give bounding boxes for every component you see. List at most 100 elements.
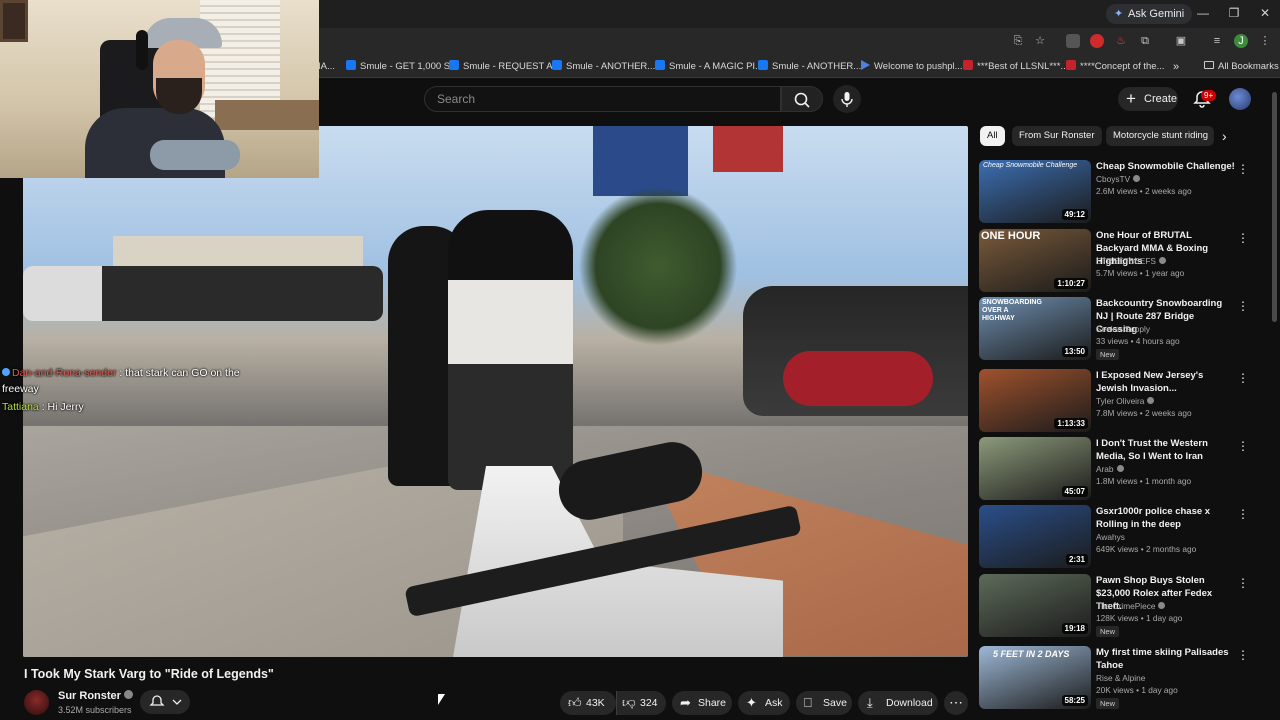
recommended-channel[interactable]: Tyler Oliveira — [1096, 396, 1155, 406]
create-button[interactable]: + Create — [1118, 87, 1178, 111]
extension-flame-icon[interactable]: ♨ — [1114, 34, 1128, 48]
bookmark-item[interactable]: Smule - ANOTHER... — [552, 59, 655, 75]
recommended-channel[interactable]: Arab — [1096, 464, 1124, 474]
extensions-puzzle-icon[interactable]: ⧉ — [1138, 34, 1152, 48]
video-thumbnail[interactable]: 2:31 — [979, 505, 1091, 568]
dislike-button[interactable]: 👍︎ 324 — [616, 691, 666, 715]
bookmark-star-icon[interactable]: ☆ — [1033, 34, 1047, 48]
video-frame-rider-mask — [448, 210, 573, 490]
recommended-video-title[interactable]: My first time skiing Palisades Tahoe — [1096, 646, 1236, 672]
recommended-video[interactable]: 13:50 SNOWBOARDING OVER A HIGHWAY Backcoun… — [979, 297, 1259, 361]
share-button[interactable]: ➦ Share — [672, 691, 732, 715]
recommended-video[interactable]: 45:07 I Don't Trust the Western Media, So… — [979, 437, 1259, 501]
chip-all[interactable]: All — [980, 126, 1005, 146]
sparkle-icon: ✦ — [746, 695, 757, 710]
recommended-video[interactable]: 2:31 Gsxr1000r police chase x Rolling in … — [979, 505, 1259, 569]
scrollbar[interactable] — [1272, 92, 1277, 322]
close-icon[interactable]: ✕ — [1257, 6, 1273, 20]
bookmark-item[interactable]: IA... — [318, 59, 335, 75]
recommended-channel-name: The CrimePiece — [1096, 601, 1156, 611]
streamer-webcam — [0, 0, 319, 178]
search-icon — [794, 92, 810, 108]
ask-button[interactable]: ✦ Ask — [738, 691, 790, 715]
video-thumbnail[interactable]: 58:25 5 FEET IN 2 DAYS — [979, 646, 1091, 709]
recommended-video-meta: 1.8M views • 1 month ago — [1096, 476, 1192, 486]
save-button[interactable]: ⎕ Save — [796, 691, 852, 715]
restore-icon[interactable]: ❐ — [1226, 6, 1242, 20]
bookmark-item[interactable]: Smule - REQUEST A... — [449, 59, 561, 75]
more-vertical-icon[interactable]: ⋮ — [1237, 507, 1249, 521]
recommended-video-title[interactable]: Cheap Snowmobile Challenge! — [1096, 160, 1236, 173]
bookmark-item[interactable]: Smule - A MAGIC PI... — [655, 59, 763, 75]
more-vertical-icon[interactable]: ⋮ — [1237, 231, 1249, 245]
recommended-video-title[interactable]: I Exposed New Jersey's Jewish Invasion..… — [1096, 369, 1236, 395]
extension-red-icon[interactable] — [1090, 34, 1104, 48]
video-thumbnail[interactable]: 19:18 — [979, 574, 1091, 637]
recommended-video[interactable]: 1:13:33 I Exposed New Jersey's Jewish Inv… — [979, 369, 1259, 433]
video-thumbnail[interactable]: 49:12 Cheap Snowmobile Challenge — [979, 160, 1091, 223]
more-vertical-icon[interactable]: ⋮ — [1237, 162, 1249, 176]
like-button[interactable]: 👍︎ 43K — [560, 691, 616, 715]
recommended-channel[interactable]: CboysTV — [1096, 174, 1141, 184]
bookmark-item[interactable]: ***Best of LLSNL***... — [963, 59, 1068, 75]
subscription-bell-button[interactable] — [140, 690, 190, 714]
recommended-video[interactable]: 1:10:27 ONE HOUR One Hour of BRUTAL Backya… — [979, 229, 1259, 293]
recommended-channel-name: Rise & Alpine — [1096, 673, 1146, 683]
voice-search-button[interactable] — [833, 85, 861, 113]
minimize-icon[interactable]: — — [1195, 6, 1211, 20]
all-bookmarks-button[interactable]: All Bookmarks — [1204, 59, 1279, 75]
video-frame-red-motorcycle — [783, 351, 933, 406]
bookmark-item[interactable]: ****Concept of the... — [1066, 59, 1165, 75]
more-vertical-icon[interactable]: ⋮ — [1237, 439, 1249, 453]
bookmark-item[interactable]: Smule - GET 1,000 S... — [346, 59, 458, 75]
chip-motorcycle-stunt-riding[interactable]: Motorcycle stunt riding — [1106, 126, 1214, 146]
facebook-icon — [655, 60, 665, 70]
microphone-icon — [841, 92, 853, 107]
profile-icon[interactable]: J — [1234, 34, 1248, 48]
extension-icon[interactable] — [1066, 34, 1080, 48]
channel-name[interactable]: Sur Ronster — [58, 690, 133, 702]
bookmarks-overflow-button[interactable]: » — [1173, 59, 1179, 75]
share-icon: ➦ — [680, 695, 691, 710]
recommended-channel[interactable]: Awahys — [1096, 532, 1125, 542]
video-duration: 45:07 — [1061, 486, 1088, 497]
tab-search-icon[interactable]: ≡ — [1210, 34, 1224, 48]
chat-username: Tattiana — [2, 401, 39, 413]
recommended-video[interactable]: 49:12 Cheap Snowmobile Challenge Cheap Sno… — [979, 160, 1259, 224]
account-avatar[interactable] — [1229, 88, 1251, 110]
more-actions-button[interactable]: ⋯ — [944, 691, 968, 715]
ask-gemini-button[interactable]: ✦ Ask Gemini — [1106, 4, 1193, 24]
video-thumbnail[interactable]: 1:13:33 — [979, 369, 1091, 432]
recommended-video-title[interactable]: I Don't Trust the Western Media, So I We… — [1096, 437, 1236, 463]
chevron-right-icon[interactable]: › — [1222, 128, 1227, 144]
bookmark-item[interactable]: Welcome to pushpl... — [861, 59, 963, 75]
chip-from-channel[interactable]: From Sur Ronster — [1012, 126, 1102, 146]
video-thumbnail[interactable]: 1:10:27 ONE HOUR — [979, 229, 1091, 292]
recommended-video-title[interactable]: Gsxr1000r police chase x Rolling in the … — [1096, 505, 1236, 531]
video-thumbnail[interactable]: 45:07 — [979, 437, 1091, 500]
video-player[interactable] — [23, 126, 968, 657]
facebook-icon — [346, 60, 356, 70]
more-vertical-icon[interactable]: ⋮ — [1237, 299, 1249, 313]
bookmark-item[interactable]: Smule - ANOTHER... — [758, 59, 861, 75]
like-count: 43K — [586, 697, 605, 709]
ask-gemini-label: Ask Gemini — [1128, 8, 1185, 20]
more-vertical-icon[interactable]: ⋮ — [1237, 576, 1249, 590]
media-control-icon[interactable]: ▣ — [1174, 34, 1188, 48]
search-button[interactable] — [781, 86, 823, 112]
recommended-channel[interactable]: The CrimePiece — [1096, 601, 1166, 611]
more-vertical-icon[interactable]: ⋮ — [1237, 371, 1249, 385]
recommended-channel[interactable]: Rise & Alpine — [1096, 673, 1145, 683]
browser-menu-icon[interactable]: ⋮ — [1258, 34, 1272, 48]
search-input[interactable]: Search — [424, 86, 781, 112]
recommended-channel[interactable]: STREETBEEFS — [1096, 256, 1166, 266]
channel-avatar[interactable] — [24, 690, 49, 715]
video-thumbnail[interactable]: 13:50 SNOWBOARDING OVER A HIGHWAY — [979, 297, 1091, 360]
more-vertical-icon[interactable]: ⋮ — [1237, 648, 1249, 662]
recommended-video[interactable]: 19:18 Pawn Shop Buys Stolen $23,000 Rolex… — [979, 574, 1259, 638]
install-app-icon[interactable]: ⎘ — [1011, 34, 1025, 48]
download-button[interactable]: ⤓ Download — [858, 691, 938, 715]
subscriber-count: 3.52M subscribers — [58, 705, 132, 715]
recommended-video[interactable]: 58:25 5 FEET IN 2 DAYS My first time skiin… — [979, 646, 1259, 710]
recommended-channel[interactable]: Seeker Supply — [1096, 324, 1150, 334]
